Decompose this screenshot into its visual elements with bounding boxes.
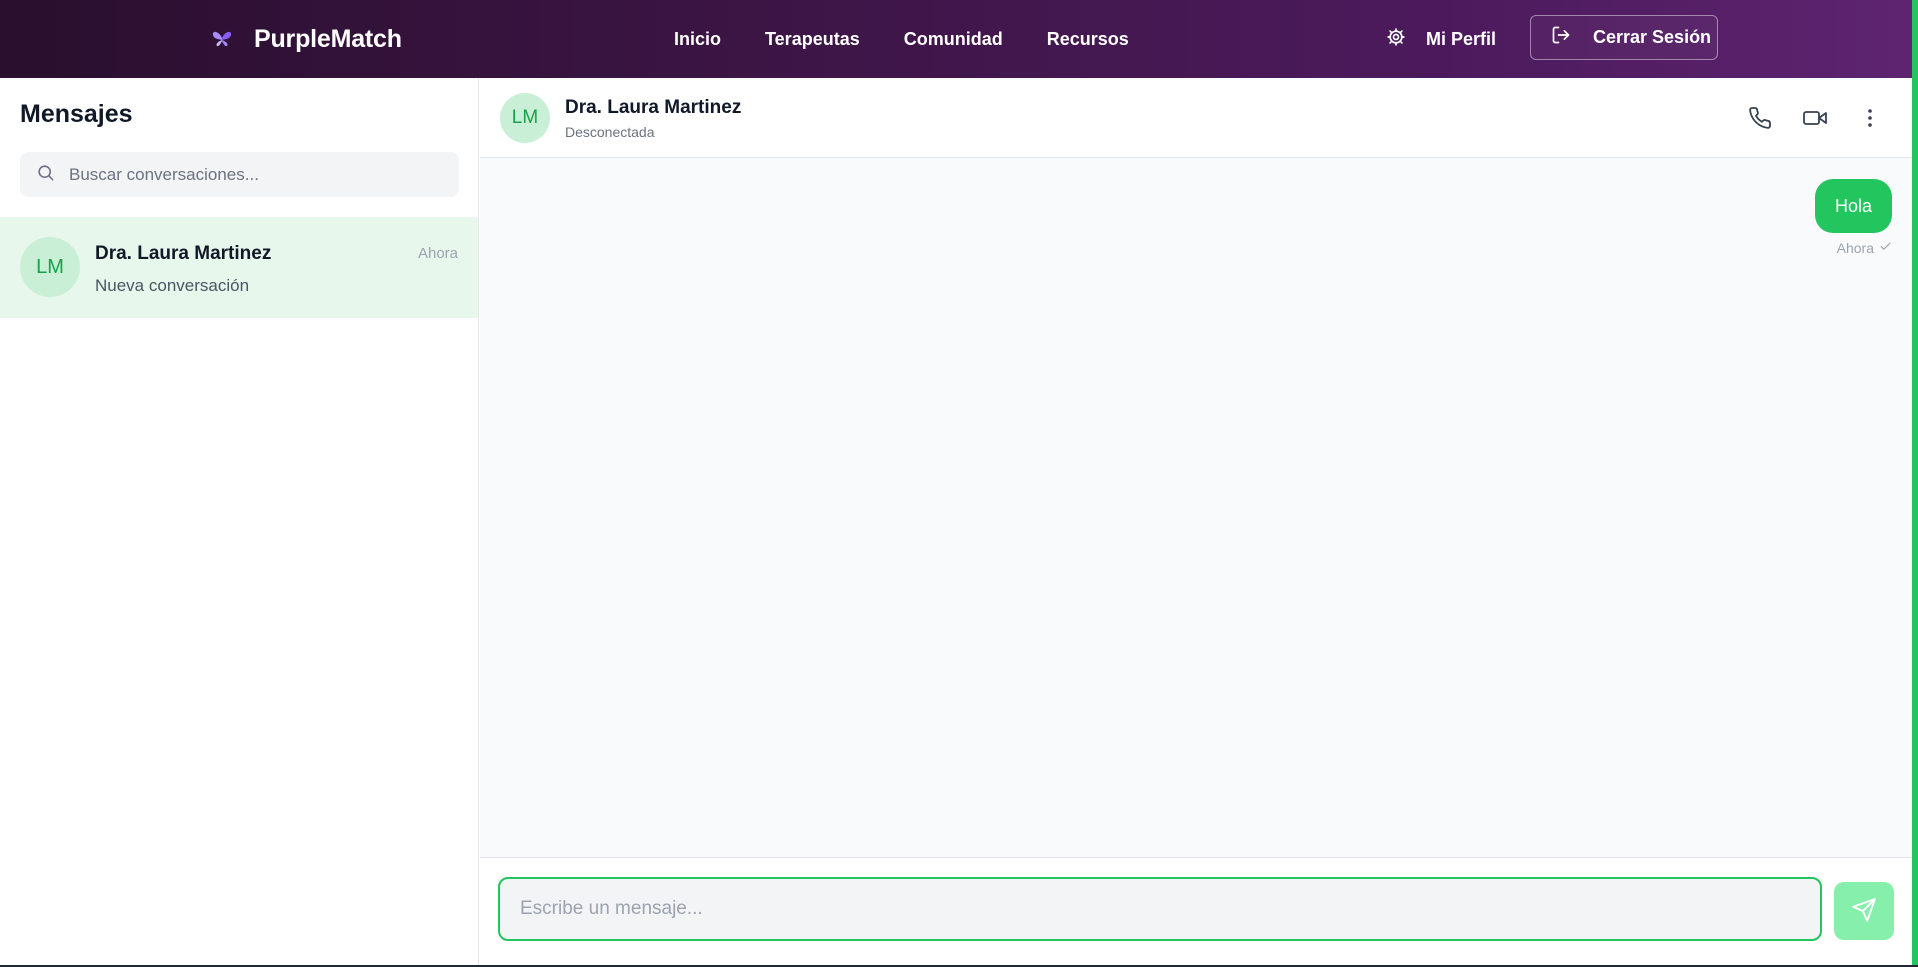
nav-inicio[interactable]: Inicio (674, 29, 721, 50)
top-navbar: PurpleMatch Inicio Terapeutas Comunidad … (0, 0, 1918, 78)
logout-icon (1551, 25, 1571, 50)
search-input[interactable] (69, 164, 449, 185)
search-box (20, 152, 459, 197)
right-edge-strip (1912, 0, 1918, 967)
brand[interactable]: PurpleMatch (210, 0, 402, 78)
phone-icon[interactable] (1745, 103, 1775, 133)
gear-icon (1386, 27, 1406, 52)
logout-label: Cerrar Sesión (1593, 27, 1712, 47)
chat-avatar: LM (500, 93, 550, 143)
check-icon (1879, 240, 1892, 256)
nav-comunidad[interactable]: Comunidad (904, 29, 1003, 50)
chat-header: LM Dra. Laura Martinez Desconectada (480, 78, 1912, 158)
avatar: LM (20, 237, 80, 297)
message-composer (480, 857, 1912, 967)
message-time: Ahora (1836, 240, 1874, 256)
messages-area: Hola Ahora (480, 158, 1912, 937)
message-input[interactable] (498, 877, 1822, 941)
nav-recursos[interactable]: Recursos (1047, 29, 1129, 50)
conversations-sidebar: Mensajes LM Dra. Laura Martinez Ahora Nu… (0, 78, 479, 967)
send-button[interactable] (1834, 882, 1894, 940)
more-options-icon[interactable] (1855, 103, 1885, 133)
main-nav: Inicio Terapeutas Comunidad Recursos (674, 0, 1129, 78)
logout-button[interactable]: Cerrar Sesión (1530, 15, 1718, 60)
nav-terapeutas[interactable]: Terapeutas (765, 29, 860, 50)
butterfly-icon (210, 27, 234, 51)
chat-contact-status: Desconectada (565, 124, 655, 140)
profile-label: Mi Perfil (1426, 28, 1497, 49)
conversation-name: Dra. Laura Martinez (95, 243, 272, 264)
video-icon[interactable] (1800, 103, 1830, 133)
profile-link[interactable]: Mi Perfil (1386, 0, 1496, 78)
conversation-time: Ahora (417, 245, 458, 262)
sidebar-title: Mensajes (20, 100, 133, 128)
message-meta: Ahora (1837, 240, 1892, 256)
search-icon (36, 163, 55, 187)
conversation-item[interactable]: LM Dra. Laura Martinez Ahora Nueva conve… (0, 217, 478, 318)
chat-panel: LM Dra. Laura Martinez Desconectada Hola… (480, 78, 1912, 967)
chat-contact-name: Dra. Laura Martinez (565, 97, 742, 118)
conversation-preview: Nueva conversación (95, 276, 250, 295)
brand-name: PurpleMatch (254, 24, 402, 53)
send-icon (1851, 897, 1877, 926)
message-bubble: Hola (1814, 179, 1892, 233)
